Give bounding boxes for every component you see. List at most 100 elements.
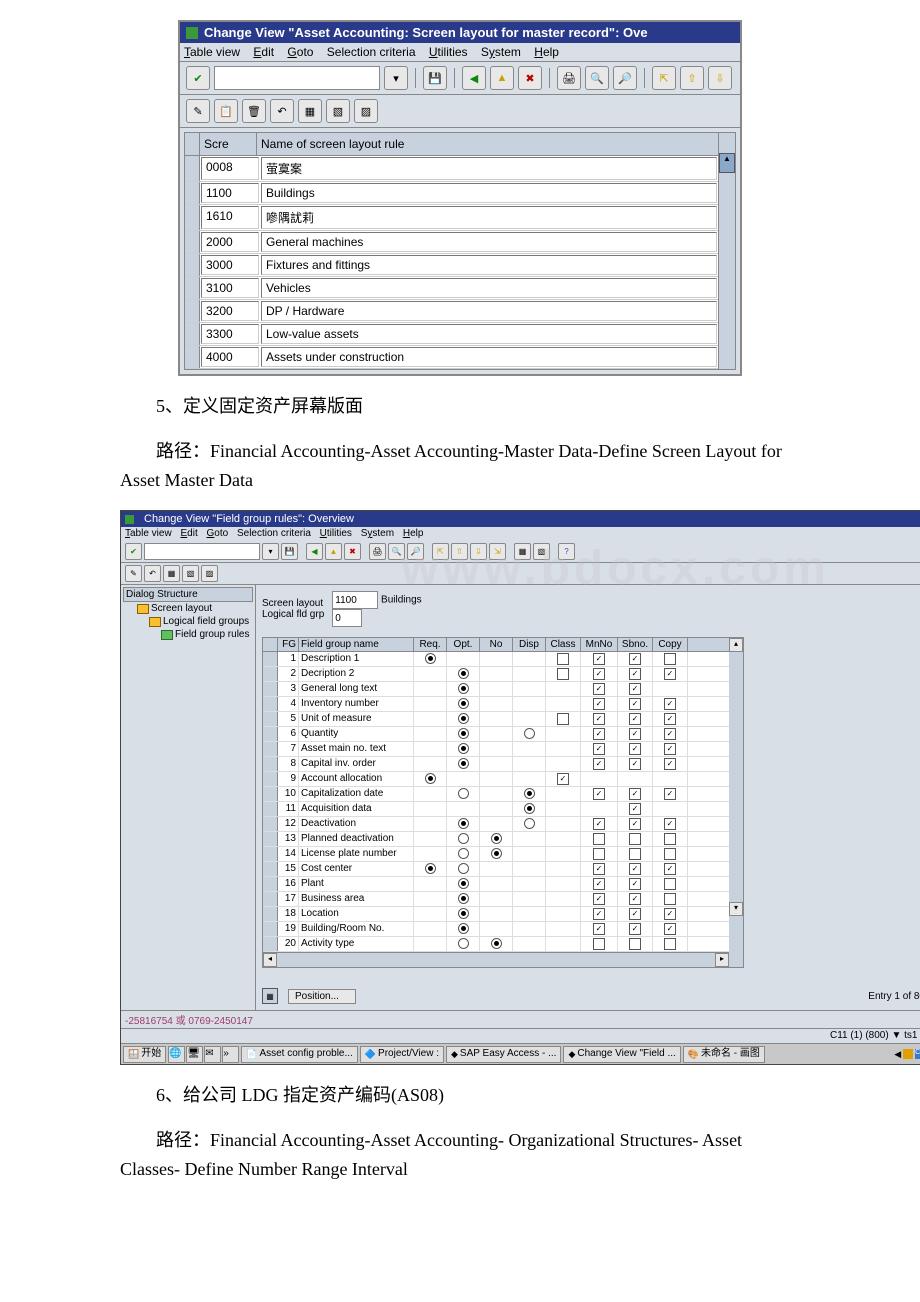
row-selector[interactable]: [263, 742, 278, 756]
exit-icon[interactable]: ▲: [490, 66, 514, 90]
taskbar-item[interactable]: 🎨未命名 - 画图: [683, 1046, 765, 1063]
new-entries-icon[interactable]: ✎: [125, 565, 142, 582]
table-row[interactable]: 18 Location: [263, 907, 729, 922]
row-selector[interactable]: [185, 300, 200, 322]
checkbox-icon[interactable]: [629, 758, 641, 770]
position-picker-icon[interactable]: ▦: [262, 988, 278, 1004]
checkbox-icon[interactable]: [629, 848, 641, 860]
next-page-icon[interactable]: ⇩: [470, 543, 487, 560]
new-entries-icon[interactable]: ✎: [186, 99, 210, 123]
radio-icon[interactable]: [458, 863, 469, 874]
th-class[interactable]: Class: [546, 638, 581, 651]
checkbox-icon[interactable]: [593, 653, 605, 665]
checkbox-icon[interactable]: [664, 878, 676, 890]
dropdown-icon[interactable]: ▾: [262, 543, 279, 560]
menu-goto[interactable]: Goto: [287, 45, 313, 59]
table-row[interactable]: 11 Acquisition data: [263, 802, 729, 817]
radio-icon[interactable]: [491, 938, 502, 949]
menu-system[interactable]: System: [361, 528, 394, 539]
row-selector[interactable]: [263, 787, 278, 801]
checkbox-icon[interactable]: [664, 923, 676, 935]
th-mnno[interactable]: MnNo: [581, 638, 618, 651]
radio-icon[interactable]: [524, 818, 535, 829]
ql-desktop-icon[interactable]: 🖥: [186, 1046, 203, 1063]
table-row[interactable]: 12 Deactivation: [263, 817, 729, 832]
table-row[interactable]: 2000 General machines: [185, 231, 718, 254]
checkbox-icon[interactable]: [629, 818, 641, 830]
checkbox-icon[interactable]: [629, 938, 641, 950]
checkbox-icon[interactable]: [629, 653, 641, 665]
checkbox-icon[interactable]: [593, 683, 605, 695]
checkbox-icon[interactable]: [593, 863, 605, 875]
ql-more-icon[interactable]: »: [222, 1046, 239, 1063]
menu-utilities[interactable]: Utilities: [429, 45, 468, 59]
th-copy[interactable]: Copy: [653, 638, 688, 651]
taskbar-item[interactable]: 📄Asset config proble...: [241, 1046, 358, 1063]
taskbar-item[interactable]: ◆Change View "Field ...: [563, 1046, 680, 1063]
cell-name[interactable]: 萤寞案: [261, 157, 717, 180]
table-row[interactable]: 15 Cost center: [263, 862, 729, 877]
next-page-icon[interactable]: ⇩: [708, 66, 732, 90]
vertical-scrollbar-2[interactable]: ▴ ▾: [729, 638, 743, 967]
deselect-all-icon[interactable]: ▧: [326, 99, 350, 123]
taskbar-item[interactable]: ◆SAP Easy Access - ...: [446, 1046, 561, 1063]
table-row[interactable]: 3100 Vehicles: [185, 277, 718, 300]
select-block-icon[interactable]: ▨: [354, 99, 378, 123]
checkbox-icon[interactable]: [557, 668, 569, 680]
checkbox-icon[interactable]: [629, 878, 641, 890]
cell-code[interactable]: 4000: [201, 347, 259, 367]
enter-icon[interactable]: ✔: [186, 66, 210, 90]
checkbox-icon[interactable]: [664, 848, 676, 860]
row-selector[interactable]: [185, 156, 200, 181]
radio-icon[interactable]: [458, 818, 469, 829]
radio-icon[interactable]: [458, 713, 469, 724]
menu-help[interactable]: Help: [403, 528, 424, 539]
undo-icon[interactable]: ↶: [270, 99, 294, 123]
cell-name[interactable]: Fixtures and fittings: [261, 255, 717, 275]
row-selector[interactable]: [185, 205, 200, 230]
checkbox-icon[interactable]: [557, 713, 569, 725]
radio-icon[interactable]: [458, 743, 469, 754]
select-all-icon[interactable]: ▦: [163, 565, 180, 582]
table-row[interactable]: 9 Account allocation: [263, 772, 729, 787]
find-icon[interactable]: 🔍: [388, 543, 405, 560]
checkbox-icon[interactable]: [664, 668, 676, 680]
tray-lang-icon[interactable]: CH: [915, 1049, 920, 1059]
th-opt[interactable]: Opt.: [447, 638, 480, 651]
checkbox-icon[interactable]: [664, 698, 676, 710]
checkbox-icon[interactable]: [629, 893, 641, 905]
command-field[interactable]: [214, 66, 380, 90]
th-disp[interactable]: Disp: [513, 638, 546, 651]
checkbox-icon[interactable]: [593, 668, 605, 680]
table-row[interactable]: 3200 DP / Hardware: [185, 300, 718, 323]
table-row[interactable]: 3300 Low-value assets: [185, 323, 718, 346]
checkbox-icon[interactable]: [664, 893, 676, 905]
scroll-right-icon[interactable]: ▸: [715, 953, 729, 967]
radio-icon[interactable]: [458, 698, 469, 709]
menu-goto[interactable]: Goto: [207, 528, 229, 539]
radio-icon[interactable]: [425, 653, 436, 664]
table-row[interactable]: 1610 嘇隅訧莉: [185, 205, 718, 231]
taskbar-item[interactable]: 🔷Project/View :: [360, 1046, 444, 1063]
checkbox-icon[interactable]: [664, 938, 676, 950]
checkbox-icon[interactable]: [664, 833, 676, 845]
row-selector[interactable]: [263, 667, 278, 681]
radio-icon[interactable]: [491, 833, 502, 844]
cell-name[interactable]: Assets under construction: [261, 347, 717, 367]
prev-page-icon[interactable]: ⇧: [680, 66, 704, 90]
radio-icon[interactable]: [458, 683, 469, 694]
horizontal-scrollbar[interactable]: ◂ ▸: [263, 952, 729, 967]
cell-name[interactable]: 嘇隅訧莉: [261, 206, 717, 229]
find-next-icon[interactable]: 🔎: [407, 543, 424, 560]
checkbox-icon[interactable]: [593, 938, 605, 950]
print-icon[interactable]: 🖨: [369, 543, 386, 560]
shortcut-icon[interactable]: ▧: [533, 543, 550, 560]
radio-icon[interactable]: [458, 848, 469, 859]
row-selector[interactable]: [263, 832, 278, 846]
cell-code[interactable]: 3100: [201, 278, 259, 298]
cell-code[interactable]: 3200: [201, 301, 259, 321]
radio-icon[interactable]: [458, 788, 469, 799]
checkbox-icon[interactable]: [629, 698, 641, 710]
ql-ie-icon[interactable]: 🌐: [168, 1046, 185, 1063]
radio-icon[interactable]: [458, 893, 469, 904]
